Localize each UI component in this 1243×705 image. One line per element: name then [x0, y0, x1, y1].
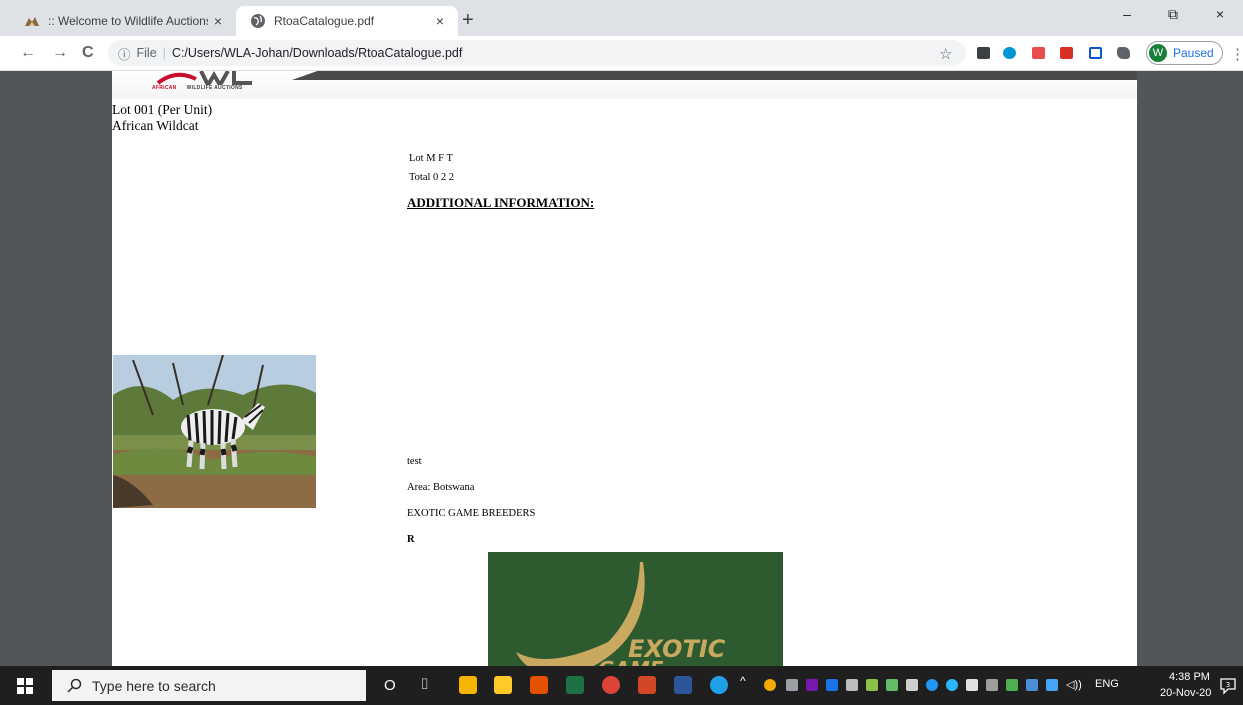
forward-button[interactable]: →	[52, 44, 68, 62]
device-icon[interactable]	[906, 679, 918, 691]
task-view-icon[interactable]: ⌷	[420, 676, 429, 693]
exotic-game-breeders-logo: EXOTIC GAME	[488, 552, 783, 666]
notification-icon[interactable]: 3	[1219, 677, 1237, 695]
seller-name: EXOTIC GAME BREEDERS	[407, 508, 536, 519]
search-placeholder: Type here to search	[92, 677, 216, 694]
clock-time[interactable]: 4:38 PM	[1169, 671, 1210, 683]
powerpoint-icon[interactable]	[638, 676, 656, 694]
wildlife-favicon-icon	[25, 17, 39, 26]
back-button[interactable]: ←	[20, 44, 36, 62]
tray-expand-icon[interactable]: ^	[740, 674, 746, 688]
pdf-page: AFRICAN WILDLIFE AUCTIONS Lot 001 (Per Un…	[112, 71, 1137, 666]
reload-button[interactable]: C	[82, 44, 94, 62]
bookmark-star-icon[interactable]: ☆	[939, 45, 952, 63]
sync-icon[interactable]	[946, 679, 958, 691]
close-tab-icon[interactable]: ×	[430, 13, 450, 29]
cortana-icon[interactable]: O	[384, 677, 396, 694]
tab-title: RtoaCatalogue.pdf	[274, 14, 375, 28]
hp-icon[interactable]	[1003, 47, 1016, 59]
browser-menu-icon[interactable]: ⋮	[1230, 45, 1243, 63]
tab-title: :: Welcome to Wildlife Auctions ::	[48, 14, 208, 28]
lot-table-total: Total 0 2 2	[409, 172, 455, 183]
url-scheme: File	[136, 46, 157, 60]
maximize-button[interactable]: ⧉	[1150, 6, 1196, 23]
notification-count: 3	[1226, 681, 1230, 689]
logo-caption: AFRICAN WILDLIFE AUCTIONS	[152, 85, 243, 91]
edge-icon[interactable]	[710, 676, 728, 694]
new-tab-button[interactable]: +	[462, 9, 474, 32]
excel-icon[interactable]	[566, 676, 584, 694]
outlook-icon[interactable]	[459, 676, 477, 694]
search-icon	[67, 678, 82, 693]
site-info-icon[interactable]: ⓘ	[118, 44, 131, 63]
browser-toolbar: ← → C ⓘ File | C:/Users/WLA-Johan/Downlo…	[0, 36, 1243, 71]
lot-area: Area: Botswana	[407, 482, 475, 493]
pen-icon[interactable]	[846, 679, 858, 691]
close-tab-icon[interactable]: ×	[208, 13, 228, 29]
monitor-icon[interactable]	[977, 47, 990, 59]
additional-info-heading: ADDITIONAL INFORMATION:	[407, 195, 595, 210]
url-separator: |	[162, 46, 166, 60]
close-window-button[interactable]: ×	[1197, 6, 1243, 22]
clock-date[interactable]: 20-Nov-20	[1160, 687, 1211, 699]
game-logo-text: GAME	[598, 657, 664, 666]
bluetooth-icon[interactable]	[926, 679, 938, 691]
media-icon[interactable]	[530, 676, 548, 694]
boat-icon[interactable]	[866, 679, 878, 691]
profile-status: Paused	[1173, 46, 1214, 60]
globe-icon	[251, 14, 265, 28]
network-icon[interactable]	[966, 679, 978, 691]
lot-code: R	[407, 534, 415, 545]
word-icon[interactable]	[674, 676, 692, 694]
taskbar-search-box[interactable]: Type here to search	[52, 670, 366, 701]
lot-heading: Lot 001 (Per Unit) African Wildcat	[112, 102, 212, 134]
avatar: W	[1149, 44, 1167, 62]
shield-icon[interactable]	[886, 679, 898, 691]
b-app-icon[interactable]	[826, 679, 838, 691]
zebra-photo	[113, 355, 316, 508]
species-name: African Wildcat	[112, 118, 199, 133]
windows-start-icon[interactable]	[17, 678, 33, 694]
tab-rtoa-catalogue[interactable]: RtoaCatalogue.pdf ×	[236, 6, 458, 36]
wifi-icon[interactable]	[986, 679, 998, 691]
lot-note: test	[407, 456, 422, 467]
tab-strip: :: Welcome to Wildlife Auctions :: × Rto…	[0, 0, 1243, 36]
lot-line: Lot 001 (Per Unit)	[112, 102, 213, 117]
search-tray-icon[interactable]	[786, 679, 798, 691]
file-explorer-icon[interactable]	[494, 676, 512, 694]
chrome-icon[interactable]	[602, 676, 620, 694]
minimize-button[interactable]: –	[1104, 6, 1150, 22]
pdf-icon[interactable]	[1032, 47, 1045, 59]
photos-icon[interactable]	[1046, 679, 1058, 691]
puzzle-icon[interactable]	[1117, 47, 1130, 59]
header-bar	[292, 71, 1137, 80]
tab-wildlife-auctions[interactable]: :: Welcome to Wildlife Auctions :: ×	[10, 6, 236, 36]
pc-icon[interactable]	[1089, 47, 1102, 59]
monitor-tray-icon[interactable]	[1006, 679, 1018, 691]
volume-icon[interactable]: ◁))	[1066, 678, 1082, 691]
address-bar[interactable]: ⓘ File | C:/Users/WLA-Johan/Downloads/Rt…	[108, 40, 966, 66]
pdf-red-icon[interactable]	[1060, 47, 1073, 59]
pdf-viewer[interactable]: AFRICAN WILDLIFE AUCTIONS Lot 001 (Per Un…	[0, 71, 1243, 666]
language-indicator[interactable]: ENG	[1095, 678, 1119, 690]
lot-table-header: Lot M F T	[409, 153, 453, 164]
message-icon[interactable]	[1026, 679, 1038, 691]
taskbar: Type here to search O ⌷ ^ ◁)) ENG 4:38 P…	[0, 666, 1243, 705]
onenote-icon[interactable]	[806, 679, 818, 691]
help-icon[interactable]	[764, 679, 776, 691]
african-wildlife-auctions-logo	[156, 71, 252, 85]
url-text[interactable]: C:/Users/WLA-Johan/Downloads/RtoaCatalog…	[172, 46, 462, 60]
profile-button[interactable]: W Paused	[1146, 41, 1223, 65]
